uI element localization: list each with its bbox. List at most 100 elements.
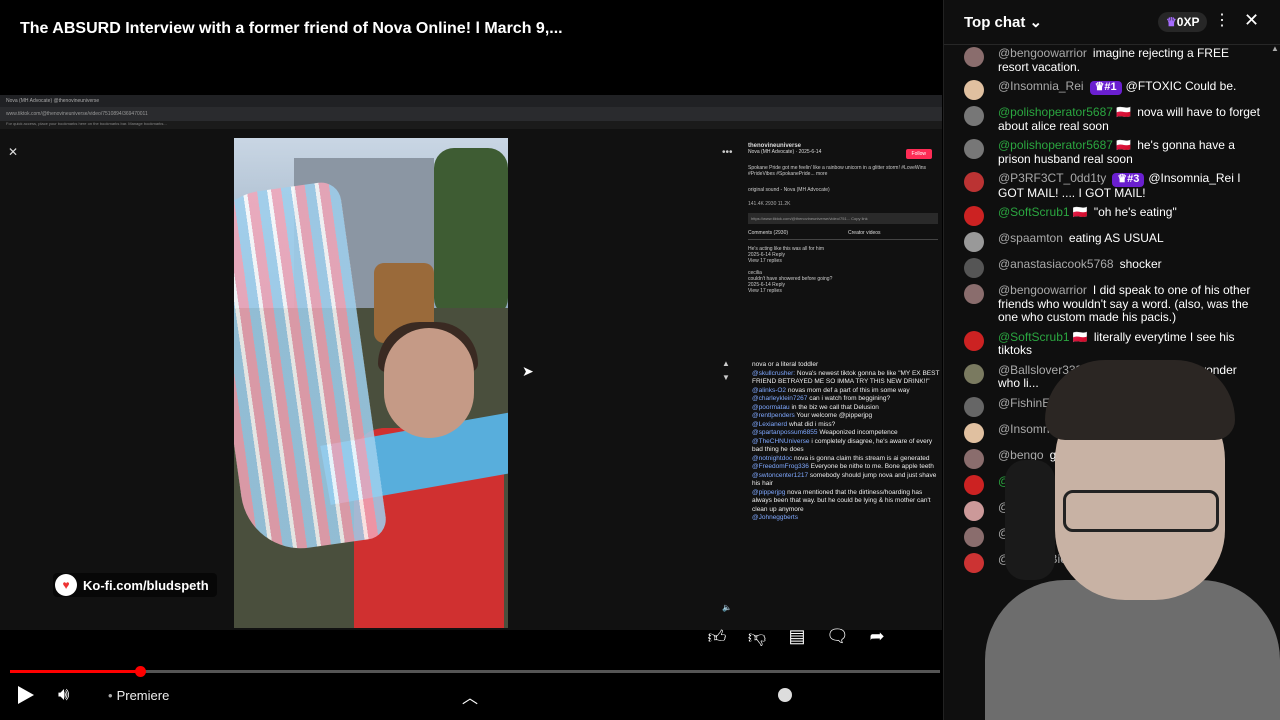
chat-author[interactable]: @P3RF3CT_0dd1ty: [998, 171, 1106, 185]
mini-chat-line: @rentlpenders Your welcome @pipperjpg: [752, 412, 940, 421]
mini-chat-line: @poormatau in the biz we call that Delus…: [752, 404, 940, 413]
tiktok-link: https://www.tiktok.com/@thenovineunivers…: [748, 213, 938, 224]
premiere-label: • Premiere: [108, 688, 170, 703]
chat-message[interactable]: @SoftScrub1 🇵🇱 "oh he's eating": [944, 203, 1274, 229]
inner-bookmarks-bar: For quick access, place your bookmarks h…: [0, 121, 942, 129]
tiktok-description: Spokane Pride got me feelin' like a rain…: [748, 165, 926, 177]
progress-bar[interactable]: [10, 666, 940, 677]
autoplay-toggle[interactable]: [778, 688, 792, 702]
crown-icon: ♛: [1166, 15, 1177, 29]
chat-author[interactable]: @spaamton: [998, 231, 1063, 245]
mini-chat-author: @Lexianerd: [752, 420, 789, 428]
avatar[interactable]: [964, 206, 984, 226]
chat-author[interactable]: @Insomnia_Rei: [998, 79, 1084, 93]
tiktok-stats: 141.4K 2930 11.2K: [748, 201, 791, 207]
mini-chat-line: @notnightdoc nova is gonna claim this st…: [752, 455, 940, 464]
chat-mode-selector[interactable]: Top chat ⌄: [964, 13, 1042, 31]
mini-chat-author: @spartanpossum6855: [752, 429, 820, 436]
member-rank-badge: ♛#3: [1112, 173, 1145, 187]
mini-chat-text: novas mom def a part of this im some way: [787, 386, 910, 394]
progress-fill: [10, 670, 141, 673]
comment-icon[interactable]: ▤: [786, 626, 808, 648]
mini-volume-icon: 🔈: [722, 603, 732, 612]
mini-chat-line: nova or a literal toddler: [752, 361, 940, 370]
tiktok-comment: He's acting like this was all for him 20…: [748, 246, 824, 264]
avatar[interactable]: [964, 47, 984, 67]
chat-message[interactable]: @spaamton eating AS USUAL: [944, 229, 1274, 255]
mouse-cursor-icon: ➤: [522, 363, 534, 379]
kofi-heart-icon: ♥: [55, 574, 77, 596]
mini-chat-text: in the biz we call that Delusion: [791, 403, 879, 411]
chat-text: "oh he's eating": [1093, 205, 1177, 219]
play-icon[interactable]: [18, 686, 34, 704]
tab-comments: Comments (2930): [748, 230, 789, 236]
chat-text: @FTOXIC Could be.: [1125, 79, 1237, 93]
chat-author[interactable]: @polishoperator5687 🇵🇱: [998, 105, 1131, 119]
chat-message[interactable]: @P3RF3CT_0dd1ty ♛#3 @Insomnia_Rei I GOT MA…: [944, 169, 1274, 203]
mini-chat-text: Your welcome @pipperjpg: [796, 412, 873, 419]
tiktok-video-frame: [234, 138, 508, 628]
xp-badge[interactable]: ♛0XP: [1158, 12, 1208, 32]
embedded-browser-screenshot: Nova (MH Advocate) @thenovineuniverse ww…: [0, 95, 942, 630]
chat-message[interactable]: @bengoowarrior imagine rejecting a FREE r…: [944, 44, 1274, 77]
mini-chat-line: @pipperjpg nova mentioned that the dirti…: [752, 489, 940, 515]
chat-author[interactable]: @bengoowarrior: [998, 283, 1087, 297]
inner-url-bar: www.tiktok.com/@thenovineuniverse/video/…: [0, 107, 942, 121]
share-icon[interactable]: ➦: [866, 626, 888, 648]
chat-message[interactable]: @anastasiacook5768 shocker: [944, 255, 1274, 281]
chat-text: eating AS USUAL: [1068, 231, 1164, 245]
chat-author[interactable]: @anastasiacook5768: [998, 257, 1114, 271]
mini-chat-author: @notnightdoc: [752, 454, 795, 462]
nav-arrows: ▲ ▼: [722, 359, 730, 382]
mini-chat-line: @alinks-O2 novas mom def a part of this …: [752, 387, 940, 396]
mini-chat-author: @poormatau: [752, 403, 792, 411]
chat-icon[interactable]: 🗨︎: [826, 626, 849, 648]
chat-message[interactable]: @polishoperator5687 🇵🇱 he's gonna have a …: [944, 136, 1274, 169]
avatar[interactable]: [964, 139, 984, 159]
tiktok-tabs: Comments (2930) Creator videos: [748, 230, 938, 240]
chat-author[interactable]: @polishoperator5687 🇵🇱: [998, 138, 1131, 152]
video-title: The ABSURD Interview with a former frien…: [20, 20, 563, 37]
mini-chat-author: @TheCHNUniverse: [752, 437, 812, 445]
avatar[interactable]: [964, 232, 984, 252]
mini-chat-line: @charleyklein7267 can i watch from beggi…: [752, 395, 940, 404]
tiktok-follow-button: Follow: [905, 149, 932, 159]
mini-chat-text: Weaponized incompetence: [819, 429, 898, 436]
menu-icon[interactable]: ⋮: [1214, 10, 1230, 30]
mini-chat-text: what did i miss?: [788, 420, 836, 428]
progress-scrubber[interactable]: [135, 666, 147, 677]
kofi-banner: ♥ Ko-fi.com/bludspeth: [53, 573, 217, 597]
mini-chat-author: @Johneggberts: [752, 514, 798, 521]
mini-chat-author: @rentlpenders: [752, 412, 797, 419]
chevron-up-icon[interactable]: ︿: [462, 684, 478, 708]
chat-author[interactable]: @SoftScrub1 🇵🇱: [998, 205, 1088, 219]
mini-chat-line: @spartanpossum6855 Weaponized incompeten…: [752, 429, 940, 438]
chat-message[interactable]: @polishoperator5687 🇵🇱 nova will have to …: [944, 103, 1274, 136]
volume-icon[interactable]: 🔊︎: [58, 684, 69, 705]
player-controls: 🔊︎ • Premiere ︿: [0, 682, 940, 712]
chat-header: Top chat ⌄ ♛0XP ⋮ ✕: [944, 0, 1280, 45]
embedded-live-chat: nova or a literal toddler @skullcrusher: …: [752, 361, 940, 523]
mini-chat-line: @swtoncenter1217 somebody should jump no…: [752, 472, 940, 489]
avatar[interactable]: [964, 80, 984, 100]
chat-message[interactable]: @Insomnia_Rei ♛#1 @FTOXIC Could be.: [944, 77, 1274, 103]
avatar[interactable]: [964, 106, 984, 126]
mini-chat-line: @Johneggberts: [752, 514, 940, 523]
avatar[interactable]: [964, 258, 984, 278]
chat-author[interactable]: @bengoowarrior: [998, 46, 1087, 60]
mini-chat-line: @skullcrusher: Nova's newest tiktok gonn…: [752, 370, 940, 387]
chat-message[interactable]: @bengoowarrior I did speak to one of his …: [944, 281, 1274, 328]
mini-chat-line: @Lexianerd what did i miss?: [752, 421, 940, 430]
inner-tab-bar: Nova (MH Advocate) @thenovineuniverse: [0, 95, 942, 107]
avatar[interactable]: [964, 284, 984, 304]
close-icon[interactable]: ✕: [1244, 10, 1259, 31]
mini-chat-text: can i watch from beggining?: [809, 395, 891, 402]
avatar[interactable]: [964, 172, 984, 192]
mini-chat-author: @charleyklein7267: [752, 395, 810, 402]
like-icon[interactable]: 👍︎: [706, 626, 728, 648]
mini-chat-author: @FreedomFrog336: [752, 463, 811, 470]
tiktok-sound: original sound - Nova (MH Advocate): [748, 187, 830, 193]
dislike-icon[interactable]: 👎︎: [746, 626, 768, 648]
tiktok-details-panel: thenovineuniverse Nova (MH Advocate) · 2…: [748, 143, 938, 294]
kofi-text: Ko-fi.com/bludspeth: [83, 577, 209, 593]
